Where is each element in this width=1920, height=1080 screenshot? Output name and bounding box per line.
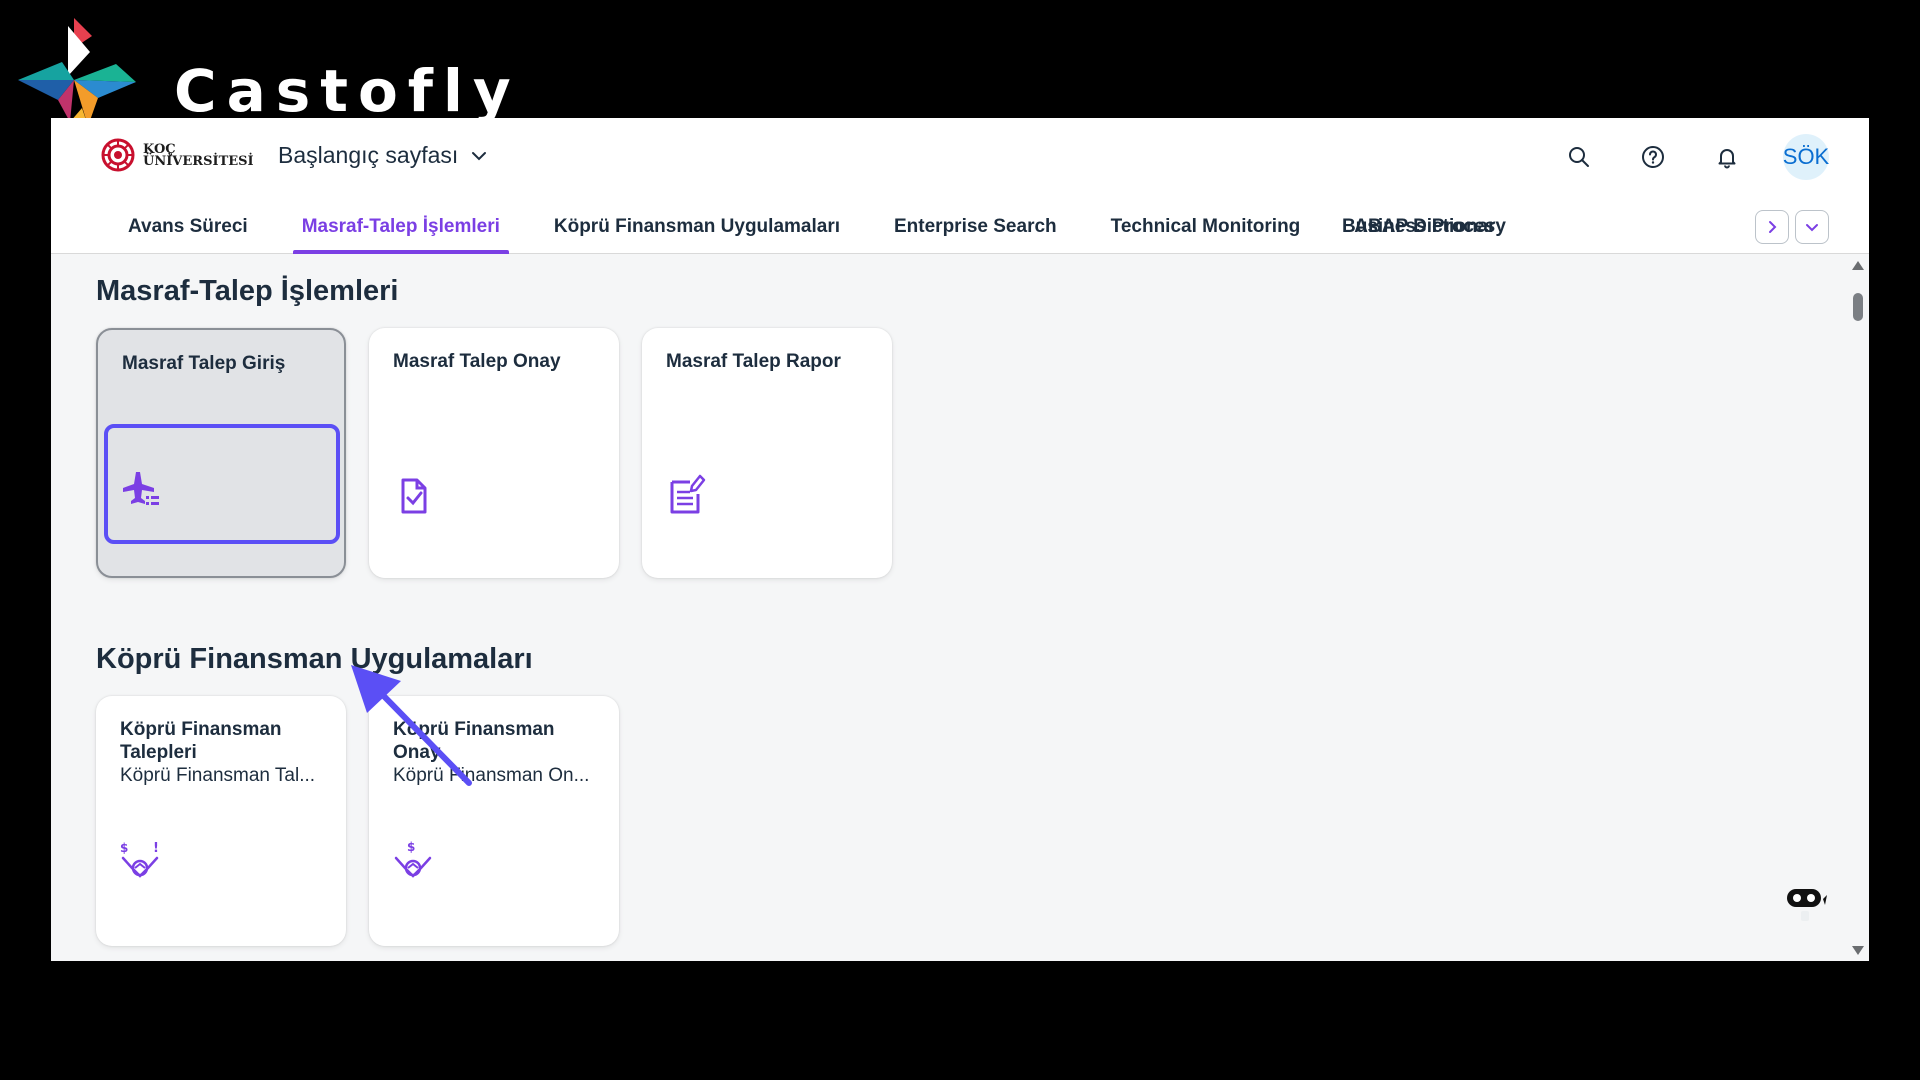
tile-title: Masraf Talep Giriş [122,353,286,374]
tile-title: Masraf Talep Onay [393,351,561,372]
castofly-brand-name: Castofly [174,57,521,125]
assistant-bot-icon[interactable] [1785,883,1829,923]
tab-overflow-menu-button[interactable] [1795,210,1829,244]
document-approval-icon [401,478,427,514]
chevron-right-icon [1769,221,1777,233]
search-icon [1569,147,1589,167]
tab-bar: Avans Süreci Masraf-Talep İşlemleri Köpr… [101,200,1829,254]
tile-masraf-talep-rapor[interactable]: Masraf Talep Rapor [642,328,892,578]
castofly-logo-icon [18,18,136,126]
tile-title: Köprü Finansman Onay [393,719,555,763]
deal-request-icon: $ ! [120,841,159,878]
svg-text:$: $ [407,840,415,854]
tab-kopru-finansman-uygulamalari[interactable]: Köprü Finansman Uygulamaları [527,200,867,254]
user-avatar[interactable]: SÖK [1783,134,1829,180]
home-page-title: Başlangıç sayfası [278,142,459,168]
tab-masraf-talep-islemleri[interactable]: Masraf-Talep İşlemleri [275,200,527,254]
svg-text:$: $ [120,841,128,855]
vertical-scrollbar[interactable] [1847,255,1869,961]
tab-business-process[interactable]: Business Proces [1315,200,1522,254]
tab-clip: Business Proces [1315,200,1551,254]
tab-enterprise-search[interactable]: Enterprise Search [867,200,1084,254]
notifications-button[interactable] [1709,139,1745,175]
scroll-thumb[interactable] [1853,293,1863,321]
tile-subtitle: Köprü Finansman On... [393,765,590,786]
help-button[interactable] [1635,139,1671,175]
tile-subtitle: Köprü Finansman Tal... [120,765,316,786]
help-icon [1642,146,1664,168]
tab-overflow-controls [1755,210,1829,244]
tile-masraf-talep-onay[interactable]: Masraf Talep Onay [369,328,619,578]
launchpad-window: KOÇ ÜNİVERSİTESİ Başlangıç sayfası SÖK A… [51,118,1869,961]
launchpad-content: Masraf-Talep İşlemleri Masraf Talep Giri… [51,255,1869,961]
tab-scroll-right-button[interactable] [1755,210,1789,244]
home-page-menu[interactable]: Başlangıç sayfası [278,142,488,169]
section-title-masraf: Masraf-Talep İşlemleri [96,275,399,307]
tab-avans-sureci[interactable]: Avans Süreci [101,200,275,254]
company-name-line2: ÜNİVERSİTESİ [143,154,254,169]
travel-expense-icon [123,472,159,505]
svg-text:!: ! [153,841,159,856]
shell-bar: KOÇ ÜNİVERSİTESİ Başlangıç sayfası SÖK A… [51,118,1869,254]
castofly-brand: Castofly [18,18,511,128]
chevron-down-icon [1806,224,1818,232]
company-name: KOÇ ÜNİVERSİTESİ [143,143,254,169]
chevron-down-icon [472,151,487,160]
tab-technical-monitoring[interactable]: Technical Monitoring [1084,200,1328,254]
tile-title: Masraf Talep Rapor [666,351,841,372]
section-title-kopru: Köprü Finansman Uygulamaları [96,643,533,675]
report-edit-icon [670,474,706,514]
search-button[interactable] [1561,139,1597,175]
tile-kopru-finansman-onay[interactable]: Köprü Finansman Onay Köprü Finansman On.… [369,696,619,946]
tile-kopru-finansman-talepleri[interactable]: Köprü Finansman Talepleri Köprü Finansma… [96,696,346,946]
shell-actions: SÖK [1561,134,1829,180]
deal-approval-icon: $ [394,840,432,878]
tile-masraf-talep-giris[interactable]: Masraf Talep Giriş [96,328,346,578]
bell-icon [1718,149,1736,169]
tile-title: Köprü Finansman Talepleri [120,719,282,763]
scroll-down-arrow-icon[interactable] [1852,946,1864,955]
scroll-up-arrow-icon[interactable] [1852,261,1864,270]
